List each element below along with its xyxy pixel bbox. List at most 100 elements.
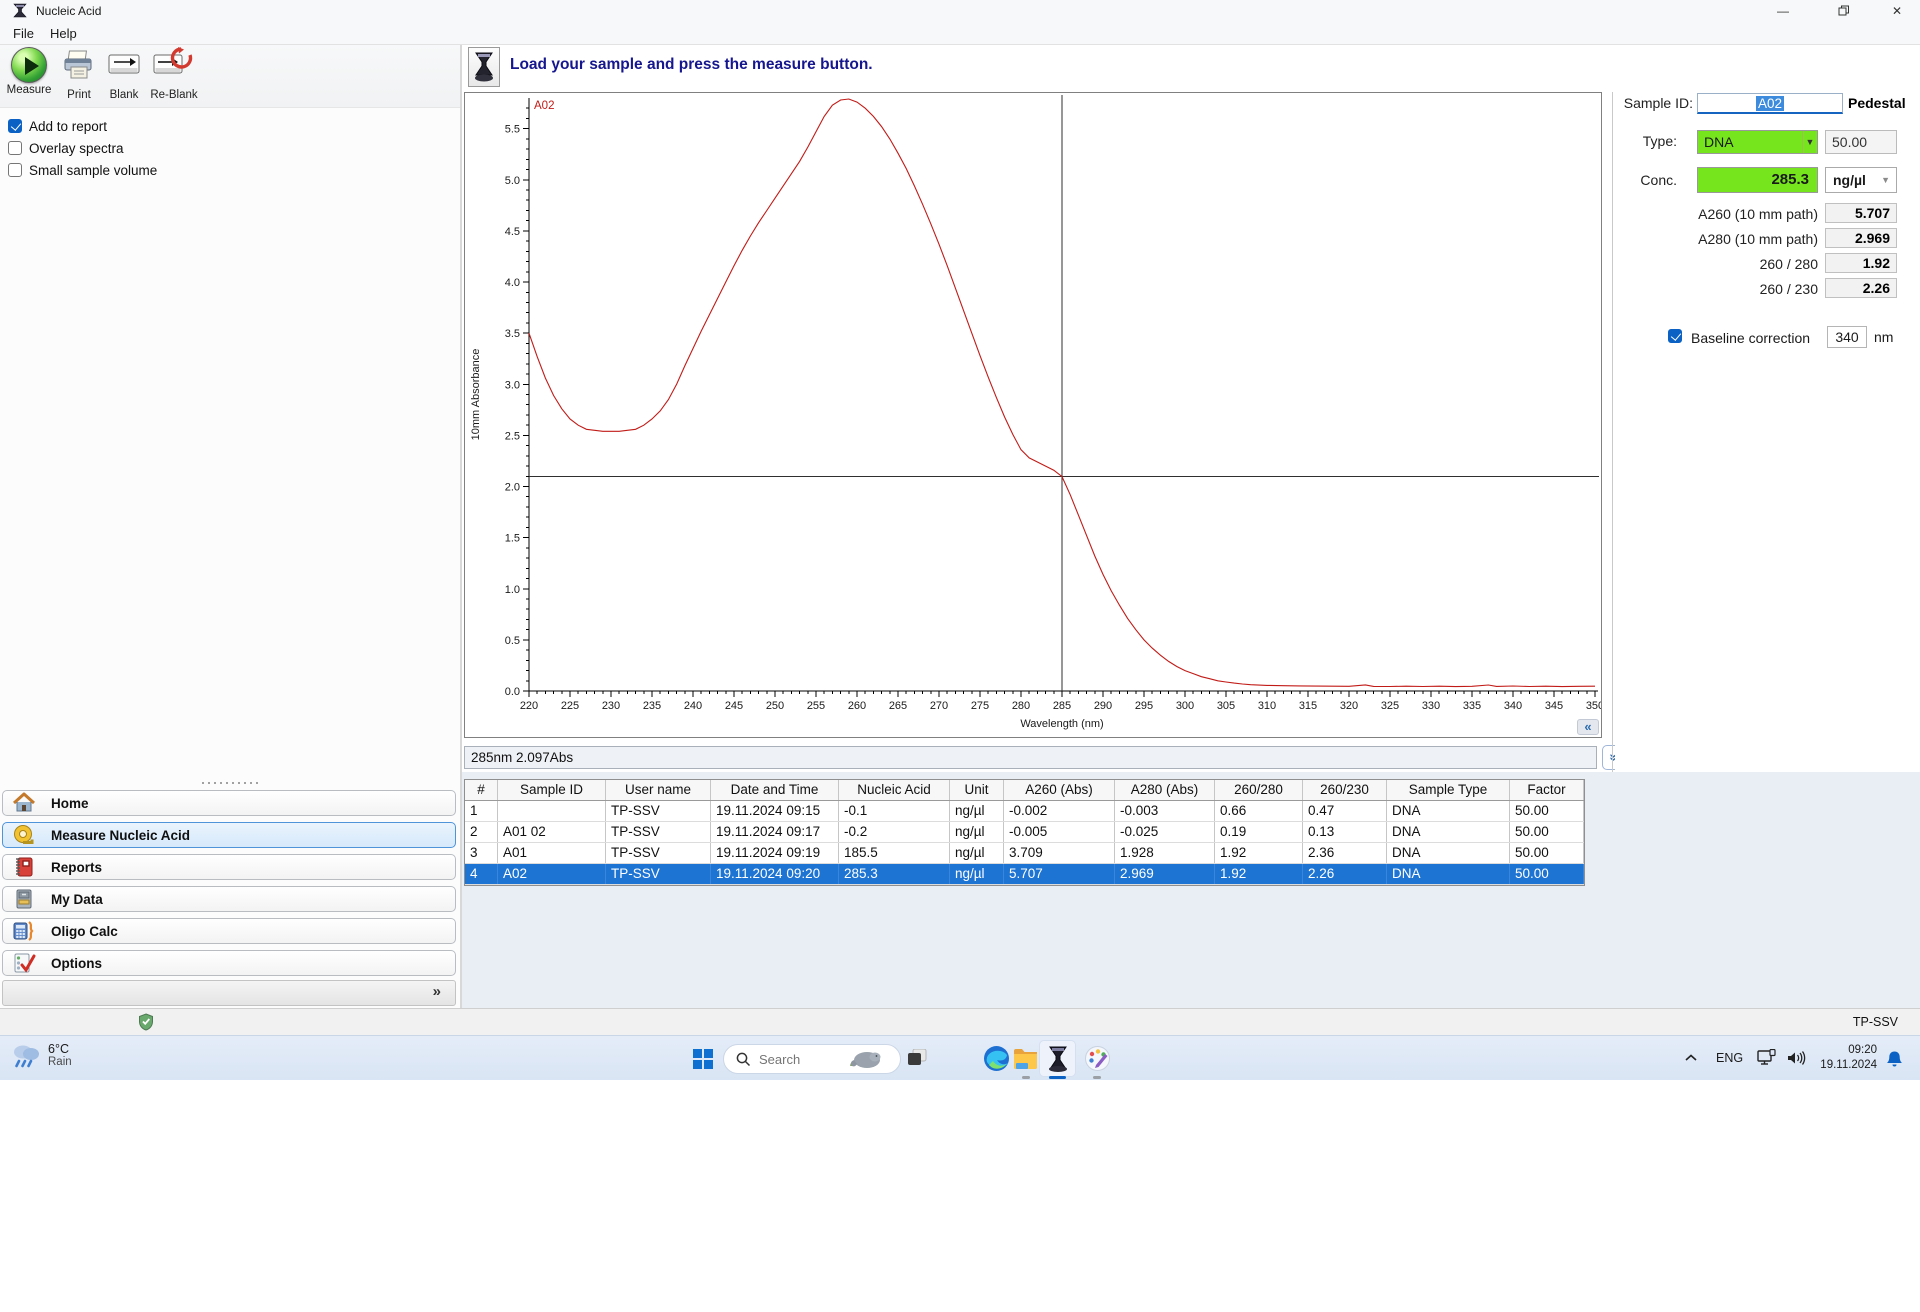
edge-browser-icon[interactable] (983, 1045, 1010, 1072)
start-button[interactable] (693, 1049, 713, 1069)
column-header[interactable]: Nucleic Acid (839, 780, 950, 800)
type-factor-field[interactable]: 50.00 (1825, 130, 1897, 154)
close-button[interactable]: ✕ (1874, 0, 1920, 22)
y-tick-label: 3.0 (505, 379, 520, 391)
y-tick-label: 4.0 (505, 277, 520, 289)
table-cell: 19.11.2024 09:20 (711, 864, 839, 884)
table-row[interactable]: 4 A02 TP-SSV 19.11.2024 09:20 285.3 ng/µl 5.70… (465, 864, 1584, 885)
sidebar-item-reports[interactable]: Reports (2, 854, 456, 880)
results-table-region: # Sample ID User name Date and Time Nucleic … (462, 772, 1920, 1008)
search-input[interactable] (759, 1051, 845, 1067)
collapse-panel-button[interactable]: « (1577, 719, 1599, 735)
sample-id-input[interactable]: A02 (1697, 93, 1843, 114)
small-sample-volume-checkbox[interactable]: Small sample volume (8, 162, 157, 178)
type-row: Type: DNA ▼ 50.00 (1615, 130, 1920, 154)
x-axis-title: Wavelength (nm) (1020, 718, 1103, 730)
type-dropdown[interactable]: DNA ▼ (1697, 130, 1818, 154)
column-header[interactable]: Unit (950, 780, 1004, 800)
sidebar-item-label: Reports (51, 859, 103, 875)
reblank-button[interactable]: Re-Blank (148, 47, 200, 101)
table-cell: -0.1 (839, 801, 950, 821)
oligo-calc-icon (12, 920, 36, 942)
sidebar-item-label: Oligo Calc (51, 923, 118, 939)
print-button[interactable]: Print (58, 47, 100, 101)
table-cell: 3.709 (1004, 843, 1115, 863)
x-tick-label: 300 (1176, 700, 1194, 712)
minimize-button[interactable]: — (1760, 0, 1806, 22)
column-header[interactable]: 260/230 (1303, 780, 1387, 800)
baseline-correction-row: Baseline correction 340 nm (1615, 326, 1920, 348)
y-tick-label: 5.5 (505, 124, 520, 136)
pedestal-status-icon (468, 47, 500, 87)
x-tick-label: 305 (1217, 700, 1235, 712)
table-cell (498, 801, 606, 821)
column-header[interactable]: User name (606, 780, 711, 800)
column-header[interactable]: # (465, 780, 498, 800)
table-cell: 50.00 (1510, 801, 1584, 821)
volume-icon[interactable] (1786, 1050, 1806, 1066)
paint-app-icon[interactable] (1084, 1045, 1111, 1072)
concentration-field: 285.3 (1697, 167, 1818, 193)
column-header[interactable]: 260/280 (1215, 780, 1303, 800)
table-row[interactable]: 2 A01 02 TP-SSV 19.11.2024 09:17 -0.2 ng/µl -0… (465, 822, 1584, 843)
column-header[interactable]: Sample ID (498, 780, 606, 800)
sidebar-nav: Home Measure Nucleic Acid Reports My Data Ol… (2, 780, 458, 1008)
table-cell: A01 02 (498, 822, 606, 842)
x-tick-label: 240 (684, 700, 702, 712)
menu-file[interactable]: File (7, 25, 40, 43)
spectrum-plot[interactable]: 220 225 230 235 240 245 250 255 260 265 270 275 280 2… (465, 93, 1604, 737)
table-cell: 0.47 (1303, 801, 1387, 821)
y-tick-label: 0.0 (505, 686, 520, 698)
task-view-icon[interactable] (908, 1049, 928, 1067)
x-tick-label: 335 (1463, 700, 1481, 712)
language-indicator[interactable]: ENG (1716, 1051, 1743, 1065)
add-to-report-checkbox[interactable]: Add to report (8, 118, 107, 134)
x-tick-label: 345 (1545, 700, 1563, 712)
table-cell: 2.36 (1303, 843, 1387, 863)
splitter-drag-handle[interactable] (200, 781, 262, 785)
y-axis-title: 10mm Absorbance (470, 349, 482, 441)
measure-button-label: Measure (6, 84, 52, 96)
clock-widget[interactable]: 09:20 19.11.2024 (1813, 1043, 1877, 1073)
column-header[interactable]: A280 (Abs) (1115, 780, 1215, 800)
table-cell: TP-SSV (606, 801, 711, 821)
overlay-spectra-checkbox[interactable]: Overlay spectra (8, 140, 124, 156)
a280-label: A280 (10 mm path) (1698, 231, 1818, 247)
file-explorer-icon[interactable] (1012, 1045, 1039, 1072)
column-header[interactable]: Date and Time (711, 780, 839, 800)
table-cell: DNA (1387, 822, 1510, 842)
menu-help[interactable]: Help (44, 25, 83, 43)
column-header[interactable]: A260 (Abs) (1004, 780, 1115, 800)
unit-dropdown[interactable]: ng/µl ▼ (1825, 167, 1897, 193)
baseline-wavelength-input[interactable]: 340 (1827, 326, 1867, 348)
restore-button[interactable] (1820, 0, 1866, 22)
table-cell: 19.11.2024 09:19 (711, 843, 839, 863)
sidebar-item-my-data[interactable]: My Data (2, 886, 456, 912)
measure-button[interactable]: Measure (3, 47, 55, 96)
table-cell: ng/µl (950, 801, 1004, 821)
x-tick-label: 285 (1053, 700, 1071, 712)
sidebar-item-home[interactable]: Home (2, 790, 456, 816)
column-header[interactable]: Factor (1510, 780, 1584, 800)
notification-bell-icon[interactable] (1886, 1050, 1903, 1068)
sample-parameters-panel: Sample ID: A02 Pedestal Type: DNA ▼ 50.0… (1615, 92, 1920, 772)
column-header[interactable]: Sample Type (1387, 780, 1510, 800)
sidebar-item-oligo-calc[interactable]: Oligo Calc (2, 918, 456, 944)
baseline-correction-checkbox[interactable] (1668, 329, 1682, 343)
weather-widget[interactable]: 6°C Rain (10, 1040, 72, 1070)
table-cell: 19.11.2024 09:17 (711, 822, 839, 842)
table-cell: DNA (1387, 864, 1510, 884)
sidebar-item-label: Measure Nucleic Acid (51, 827, 191, 843)
table-row[interactable]: 3 A01 TP-SSV 19.11.2024 09:19 185.5 ng/µl 3.70… (465, 843, 1584, 864)
table-row[interactable]: 1 TP-SSV 19.11.2024 09:15 -0.1 ng/µl -0.002 -0… (465, 801, 1584, 822)
search-box[interactable] (723, 1044, 901, 1074)
blank-button[interactable]: Blank (104, 47, 144, 101)
tray-chevron-up-icon[interactable] (1684, 1052, 1698, 1064)
sidebar-item-measure-nucleic-acid[interactable]: Measure Nucleic Acid (2, 822, 456, 848)
table-cell: 1.928 (1115, 843, 1215, 863)
network-icon[interactable] (1757, 1049, 1777, 1067)
more-options-chevron[interactable]: » (433, 983, 441, 1000)
nanodrop-app-icon-active[interactable] (1039, 1040, 1076, 1077)
spectrum-chart[interactable]: 220 225 230 235 240 245 250 255 260 265 270 275 280 2… (464, 92, 1604, 738)
sidebar-item-options[interactable]: Options (2, 950, 456, 976)
